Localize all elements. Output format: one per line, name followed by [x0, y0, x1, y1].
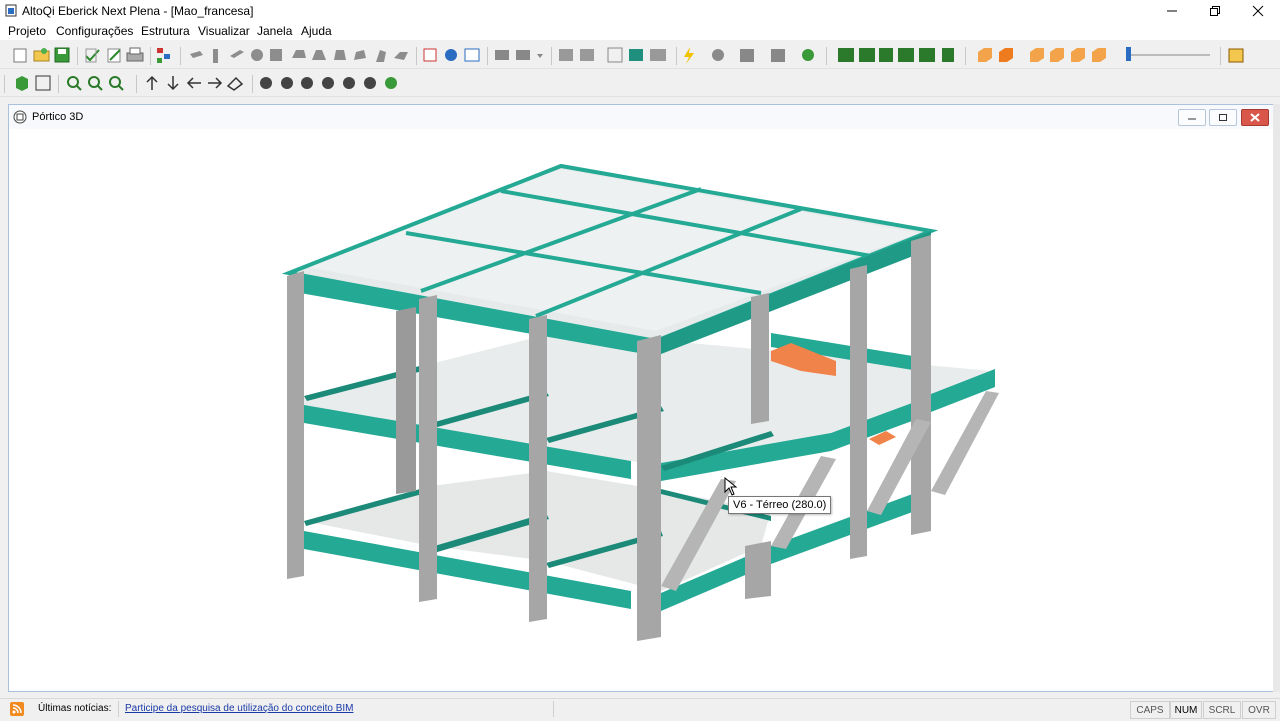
scrl-indicator: SCRL [1203, 701, 1241, 719]
model-3d-viewport[interactable] [1, 1, 1280, 721]
ovr-indicator: OVR [1242, 701, 1276, 719]
status-bar: Últimas notícias: Participe da pesquisa … [0, 698, 1280, 721]
caps-indicator: CAPS [1130, 701, 1170, 719]
element-tooltip: V6 - Térreo (280.0) [728, 496, 832, 514]
num-indicator: NUM [1170, 701, 1202, 719]
mouse-pointer-icon [724, 477, 738, 496]
window-edge [1273, 104, 1280, 692]
portico-3d-window: Pórtico 3D V6 - Térreo (280.0) [8, 104, 1275, 692]
rss-icon[interactable] [10, 702, 24, 716]
news-label: Últimas notícias: [38, 703, 112, 714]
news-link[interactable]: Participe da pesquisa de utilização do c… [125, 703, 353, 714]
slab-top [289, 166, 931, 341]
